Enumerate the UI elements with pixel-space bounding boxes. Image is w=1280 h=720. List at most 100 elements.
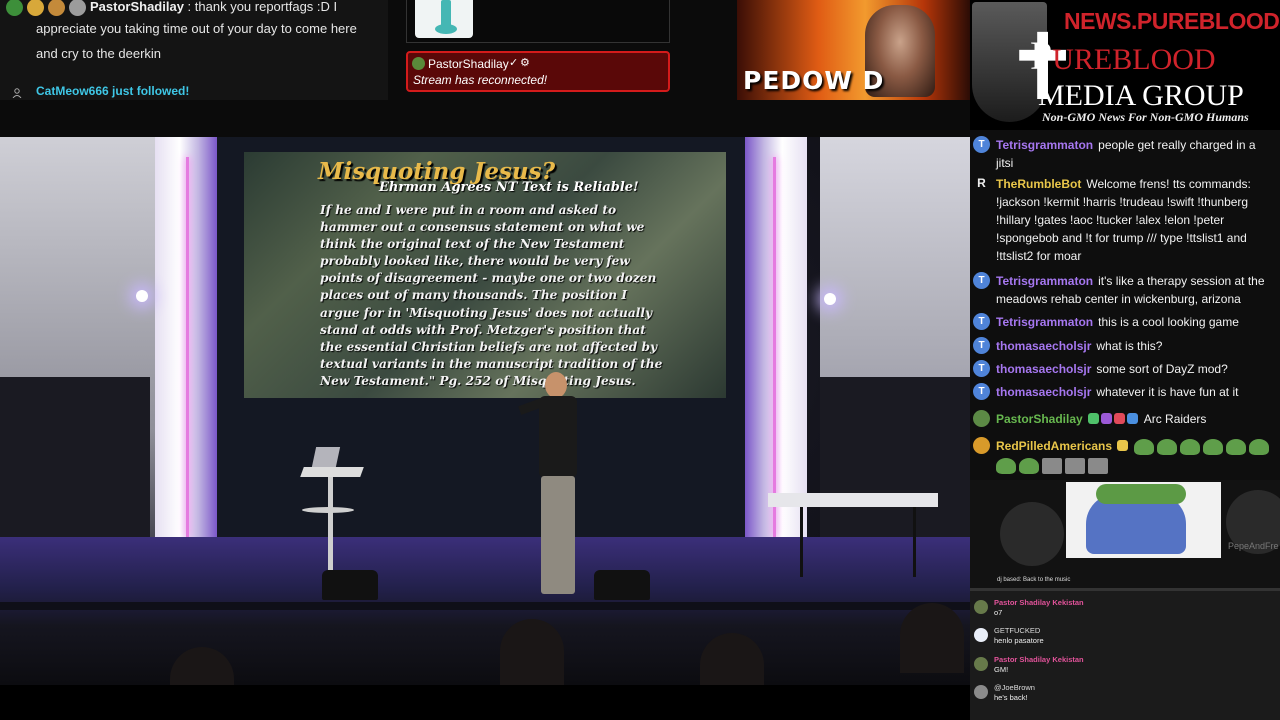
chat-user-icon: T	[973, 337, 990, 354]
mini-chat-username[interactable]: Pastor Shadilay Kekistan	[994, 655, 1084, 665]
chat-username[interactable]: thomasaecholsjr	[996, 339, 1091, 353]
rumble-bot-icon: R	[977, 176, 986, 190]
chat-message: T Tetrisgrammaton people get really charg…	[970, 136, 1275, 172]
chat-username[interactable]: thomasaecholsjr	[996, 385, 1091, 399]
audience-head	[500, 619, 564, 685]
pepe-emote-icon	[1134, 438, 1155, 455]
chat-username[interactable]: Tetrisgrammaton	[996, 274, 1093, 288]
avatar	[974, 685, 988, 699]
pepe-emote-icon	[1249, 438, 1270, 455]
pepe-emote-icon	[996, 457, 1016, 474]
user-badges	[1117, 438, 1130, 456]
alert-username: PastorShadilay	[428, 57, 509, 71]
top-chat-username: PastorShadilay	[90, 0, 184, 14]
light-strip	[773, 157, 776, 537]
avatar	[973, 437, 990, 454]
laptop-icon	[311, 447, 341, 467]
audience-head	[900, 603, 964, 673]
mini-chat-text: o7	[994, 608, 1003, 617]
chat-user-icon: T	[973, 360, 990, 377]
chat-username[interactable]: thomasaecholsjr	[996, 362, 1091, 376]
avatar	[974, 628, 988, 642]
light-strip	[186, 157, 189, 537]
keyboard-stand	[800, 507, 916, 577]
stage-video[interactable]: Misquoting Jesus? Ehrman Agrees NT Text …	[0, 137, 970, 685]
pepe-head	[1096, 484, 1186, 504]
user-badges	[1087, 411, 1140, 429]
logo-line1: PUREBLOOD	[1030, 33, 1216, 78]
emote-icon	[48, 0, 65, 17]
pepe-image	[1066, 482, 1221, 558]
chat-message: RedPilledAmericans	[970, 437, 1275, 474]
chat-message: R TheRumbleBot Welcome frens! tts command…	[970, 175, 1275, 265]
mini-chat-username[interactable]: GETFUCKED	[994, 626, 1040, 636]
spotlight-icon	[136, 290, 148, 302]
reconnect-alert: PastorShadilay ✓ ⚙ Stream has reconnecte…	[406, 51, 670, 92]
promo-image: PEDOW D	[737, 0, 970, 100]
user-icon	[12, 88, 22, 98]
pepe-emote-icon	[1157, 438, 1178, 455]
chat-username[interactable]: Tetrisgrammaton	[996, 315, 1093, 329]
chat-message: T thomasaecholsjr what is this?	[970, 337, 1275, 355]
speaker-decoration	[1000, 502, 1064, 566]
promo-text: PEDOW D	[743, 66, 885, 95]
emote-icon	[27, 0, 44, 17]
chat-user-icon: T	[973, 272, 990, 289]
bottom-bar	[0, 685, 970, 720]
chat-message: T Tetrisgrammaton this is a cool looking …	[970, 313, 1275, 331]
stage-edge	[0, 602, 970, 610]
top-chat-message: appreciate you taking time out of your d…	[36, 21, 357, 61]
chat-user-icon: T	[973, 136, 990, 153]
pepe-emote-icon	[1180, 438, 1201, 455]
chat-message: T thomasaecholsjr whatever it is have fun…	[970, 383, 1275, 401]
stage-speaker	[594, 570, 650, 600]
live-chat[interactable]: T Tetrisgrammaton people get really charg…	[970, 130, 1280, 480]
follow-notice: CatMeow666 just followed!	[36, 84, 190, 98]
top-chat-message-start: thank you reportfags :D I	[194, 0, 338, 14]
chat-text: Arc Raiders	[1143, 412, 1207, 426]
chat-username[interactable]: RedPilledAmericans	[996, 439, 1112, 453]
pureblood-logo: ✝ NEWS.PUREBLOOD.MEDIA PUREBLOOD MEDIA G…	[970, 0, 1280, 130]
gear-icon: ⚙	[520, 57, 530, 69]
spotlight-icon	[824, 293, 836, 305]
chat-text: whatever it is have fun at it	[1096, 385, 1239, 399]
chat-username[interactable]: Tetrisgrammaton	[996, 138, 1093, 152]
photo-emote-icon	[1065, 457, 1085, 474]
chat-text: some sort of DayZ mod?	[1096, 362, 1228, 376]
slide-quote: If he and I were put in a room and asked…	[320, 203, 663, 388]
mini-chat-text: GM!	[994, 665, 1009, 674]
podium-top	[300, 467, 364, 477]
avatar	[412, 57, 425, 70]
photo-emote-icon	[1088, 457, 1108, 474]
watermark: PepeAndFre	[1228, 541, 1279, 551]
balcony	[0, 377, 150, 557]
embedded-stream[interactable]: PepeAndFre dj based: Back to the music P…	[970, 480, 1280, 720]
pepe-emote-icon	[1019, 457, 1039, 474]
chat-username[interactable]: PastorShadilay	[996, 412, 1083, 426]
keyboard-instrument	[768, 493, 938, 507]
curtain	[745, 137, 807, 547]
avatar	[69, 0, 86, 17]
chat-username[interactable]: TheRumbleBot	[996, 177, 1081, 191]
alert-message: Stream has reconnected!	[413, 73, 548, 87]
mini-chat-username[interactable]: @JoeBrown	[994, 683, 1035, 693]
embedded-player[interactable]: PepeAndFre dj based: Back to the music	[970, 480, 1280, 590]
logo-line2: MEDIA GROUP	[1038, 79, 1244, 112]
chat-user-icon: T	[973, 383, 990, 400]
mini-chat-text: henlo pasatore	[994, 636, 1044, 645]
widget-image	[415, 0, 473, 38]
chat-text: what is this?	[1096, 339, 1163, 353]
chat-user-icon: T	[973, 313, 990, 330]
logo-url: NEWS.PUREBLOOD.MEDIA	[1064, 8, 1280, 34]
avatar	[974, 600, 988, 614]
presenter-legs	[541, 476, 575, 594]
avatar	[973, 410, 990, 427]
top-chat-overlay: PastorShadilay : thank you reportfags :D…	[0, 0, 388, 100]
stage-speaker	[322, 570, 378, 600]
podium-shelf	[302, 507, 354, 513]
pepe-emote-icon	[1226, 438, 1247, 455]
widget-box	[406, 0, 670, 43]
mini-chat-username[interactable]: Pastor Shadilay Kekistan	[994, 598, 1084, 608]
emote-icon	[6, 0, 23, 17]
presenter	[518, 372, 583, 600]
